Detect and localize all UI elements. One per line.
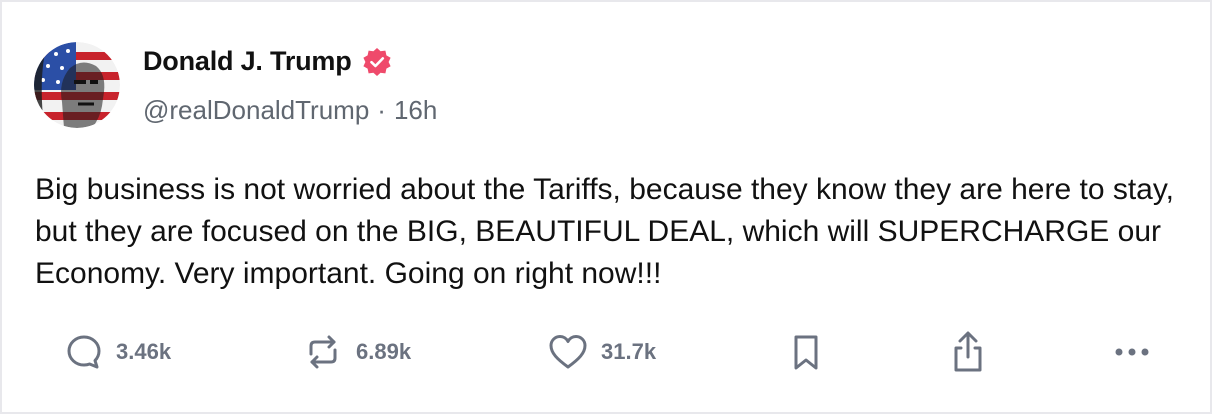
like-count: 31.7k bbox=[601, 339, 657, 364]
meta-separator: · bbox=[377, 95, 386, 125]
avatar[interactable] bbox=[34, 42, 120, 128]
repost-icon bbox=[309, 335, 337, 369]
post-text: Big business is not worried about the Ta… bbox=[35, 173, 1174, 290]
reply-icon bbox=[67, 335, 101, 369]
share-icon bbox=[954, 331, 982, 372]
heart-icon bbox=[549, 335, 587, 369]
avatar-image bbox=[34, 42, 120, 128]
bookmark-icon bbox=[794, 335, 818, 370]
verified-badge-icon bbox=[362, 47, 392, 77]
like-button[interactable]: 31.7k bbox=[547, 325, 656, 379]
more-icon bbox=[1115, 348, 1149, 356]
repost-count: 6.89k bbox=[356, 339, 412, 364]
reply-count: 3.46k bbox=[116, 339, 172, 364]
more-options-button[interactable] bbox=[1112, 325, 1154, 379]
author-meta: @realDonaldTrump · 16h bbox=[143, 95, 437, 126]
repost-button[interactable]: 6.89k bbox=[302, 325, 411, 379]
author-name-row: Donald J. Trump bbox=[143, 46, 392, 77]
bookmark-button[interactable] bbox=[788, 325, 824, 379]
post-timestamp[interactable]: 16h bbox=[394, 95, 437, 126]
author-handle[interactable]: @realDonaldTrump bbox=[143, 95, 369, 126]
post-actions-bar: 3.46k 6.89k 31.7k bbox=[2, 325, 1210, 379]
share-button[interactable] bbox=[948, 325, 988, 379]
author-display-name[interactable]: Donald J. Trump bbox=[143, 46, 352, 77]
reply-button[interactable]: 3.46k bbox=[64, 325, 171, 379]
post-card: Donald J. Trump @realDonaldTrump · 16h B… bbox=[0, 0, 1212, 414]
